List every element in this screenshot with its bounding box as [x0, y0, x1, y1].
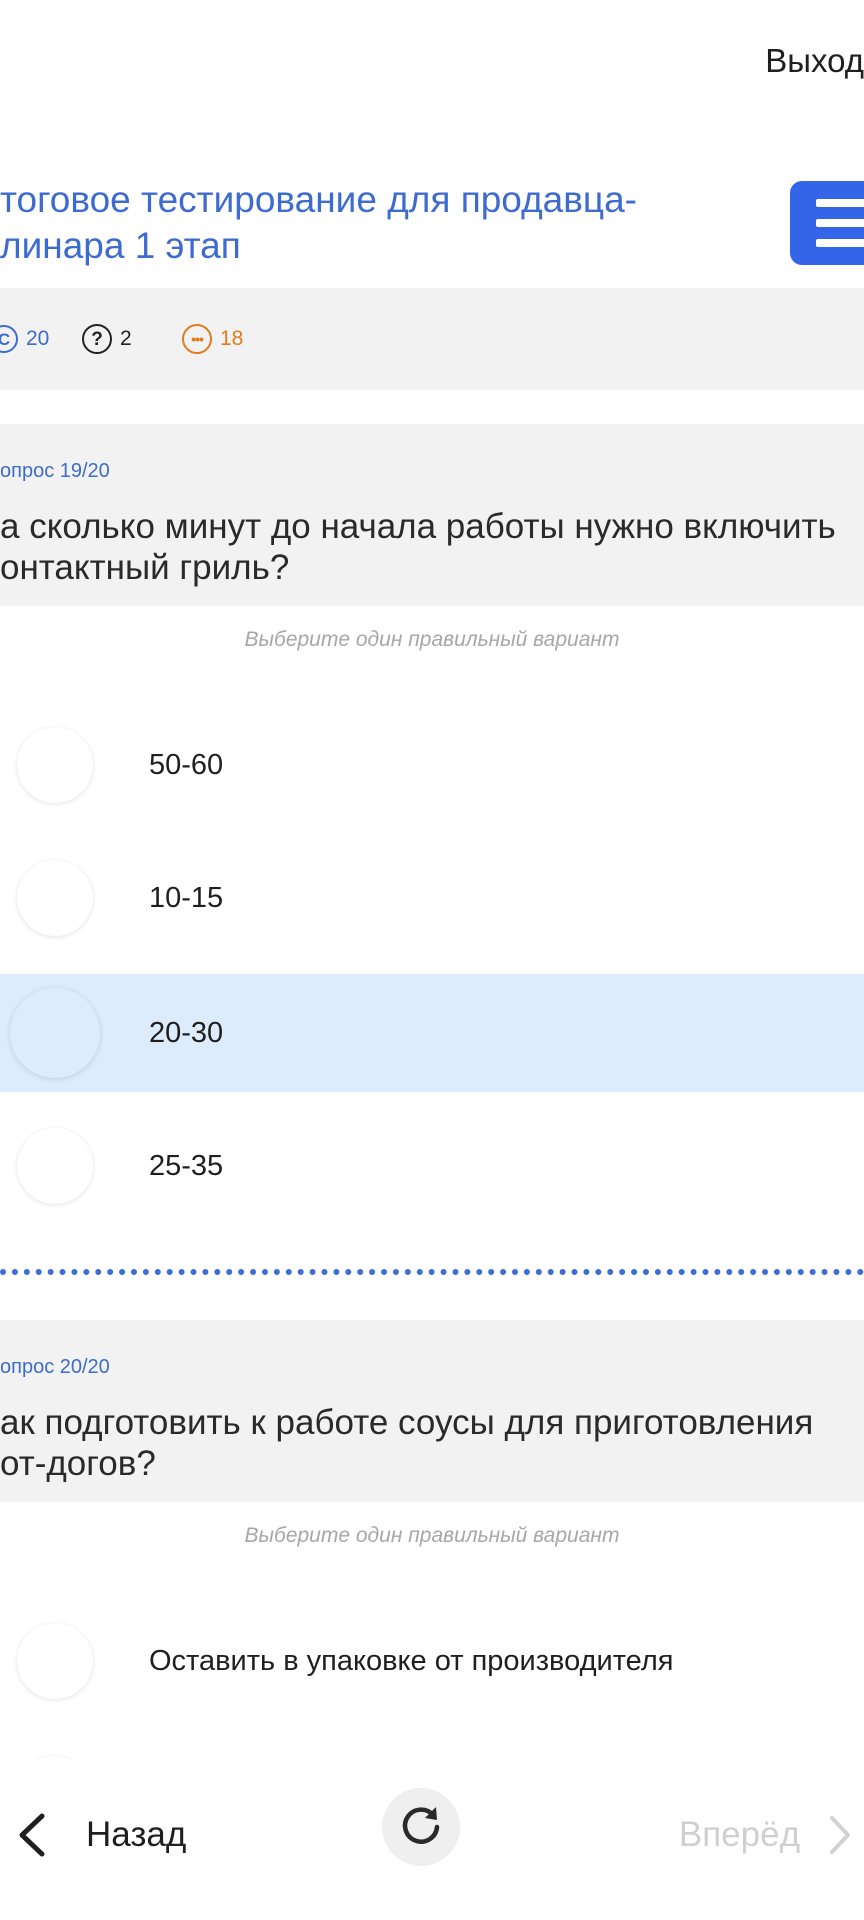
stat-unanswered-value: 2	[120, 327, 132, 350]
question-block: опрос 19/20 а сколько минут до начала ра…	[0, 424, 864, 606]
answer-option[interactable]: 25-35	[0, 1107, 864, 1225]
answer-option[interactable]: 10-15	[0, 839, 864, 957]
radio-button[interactable]	[17, 727, 93, 803]
back-label: Назад	[86, 1815, 187, 1854]
question-divider	[0, 1269, 864, 1275]
reload-button[interactable]	[382, 1788, 460, 1866]
stat-total-value: 20	[26, 327, 50, 350]
option-label: Оставить в упаковке от производителя	[149, 1645, 674, 1677]
radio-button[interactable]	[17, 1128, 93, 1204]
bottom-navigation: Назад Вперёд	[0, 1760, 864, 1920]
answer-option-selected[interactable]: 20-30	[0, 974, 864, 1092]
refresh-icon	[402, 1807, 440, 1844]
exit-button[interactable]: Выход	[714, 36, 864, 86]
answer-hint: Выберите один правильный вариант	[244, 628, 620, 651]
question-number: опрос 19/20	[0, 460, 110, 482]
stat-remaining-value: 18	[220, 327, 244, 350]
test-title: тоговое тестирование для продавца- линар…	[0, 179, 637, 266]
total-questions-icon: C	[0, 325, 18, 353]
radio-button[interactable]	[10, 988, 100, 1078]
answer-hint: Выберите один правильный вариант	[244, 1524, 620, 1547]
chevron-right-icon	[830, 1816, 850, 1854]
question-text: а сколько минут до начала работы нужно в…	[0, 507, 836, 587]
answer-option[interactable]: 50-60	[0, 706, 864, 824]
stat-unanswered: ? 2	[82, 288, 132, 390]
menu-button[interactable]	[790, 181, 864, 265]
option-label: 50-60	[149, 749, 224, 781]
radio-button[interactable]	[17, 1623, 93, 1699]
stat-remaining: ••• 18	[182, 288, 243, 390]
back-button[interactable]: Назад	[14, 1800, 186, 1870]
ellipsis-icon: •••	[182, 324, 212, 354]
stats-bar: C 20 ? 2 ••• 18	[0, 288, 864, 390]
question-number: опрос 20/20	[0, 1356, 110, 1378]
option-label: 10-15	[149, 882, 224, 914]
option-label: 25-35	[149, 1150, 224, 1182]
radio-button[interactable]	[17, 860, 93, 936]
answer-option-partial[interactable]	[0, 1735, 864, 1760]
stat-total: C 20	[0, 288, 49, 390]
next-button[interactable]: Вперёд	[679, 1800, 864, 1870]
next-label: Вперёд	[678, 1815, 800, 1854]
question-mark-icon: ?	[82, 324, 112, 354]
answer-option[interactable]: Оставить в упаковке от производителя	[0, 1602, 864, 1720]
question-text: ак подготовить к работе соусы для пригот…	[0, 1403, 814, 1483]
question-block: опрос 20/20 ак подготовить к работе соус…	[0, 1320, 864, 1502]
chevron-left-icon	[19, 1813, 45, 1857]
option-label: 20-30	[149, 1017, 224, 1049]
